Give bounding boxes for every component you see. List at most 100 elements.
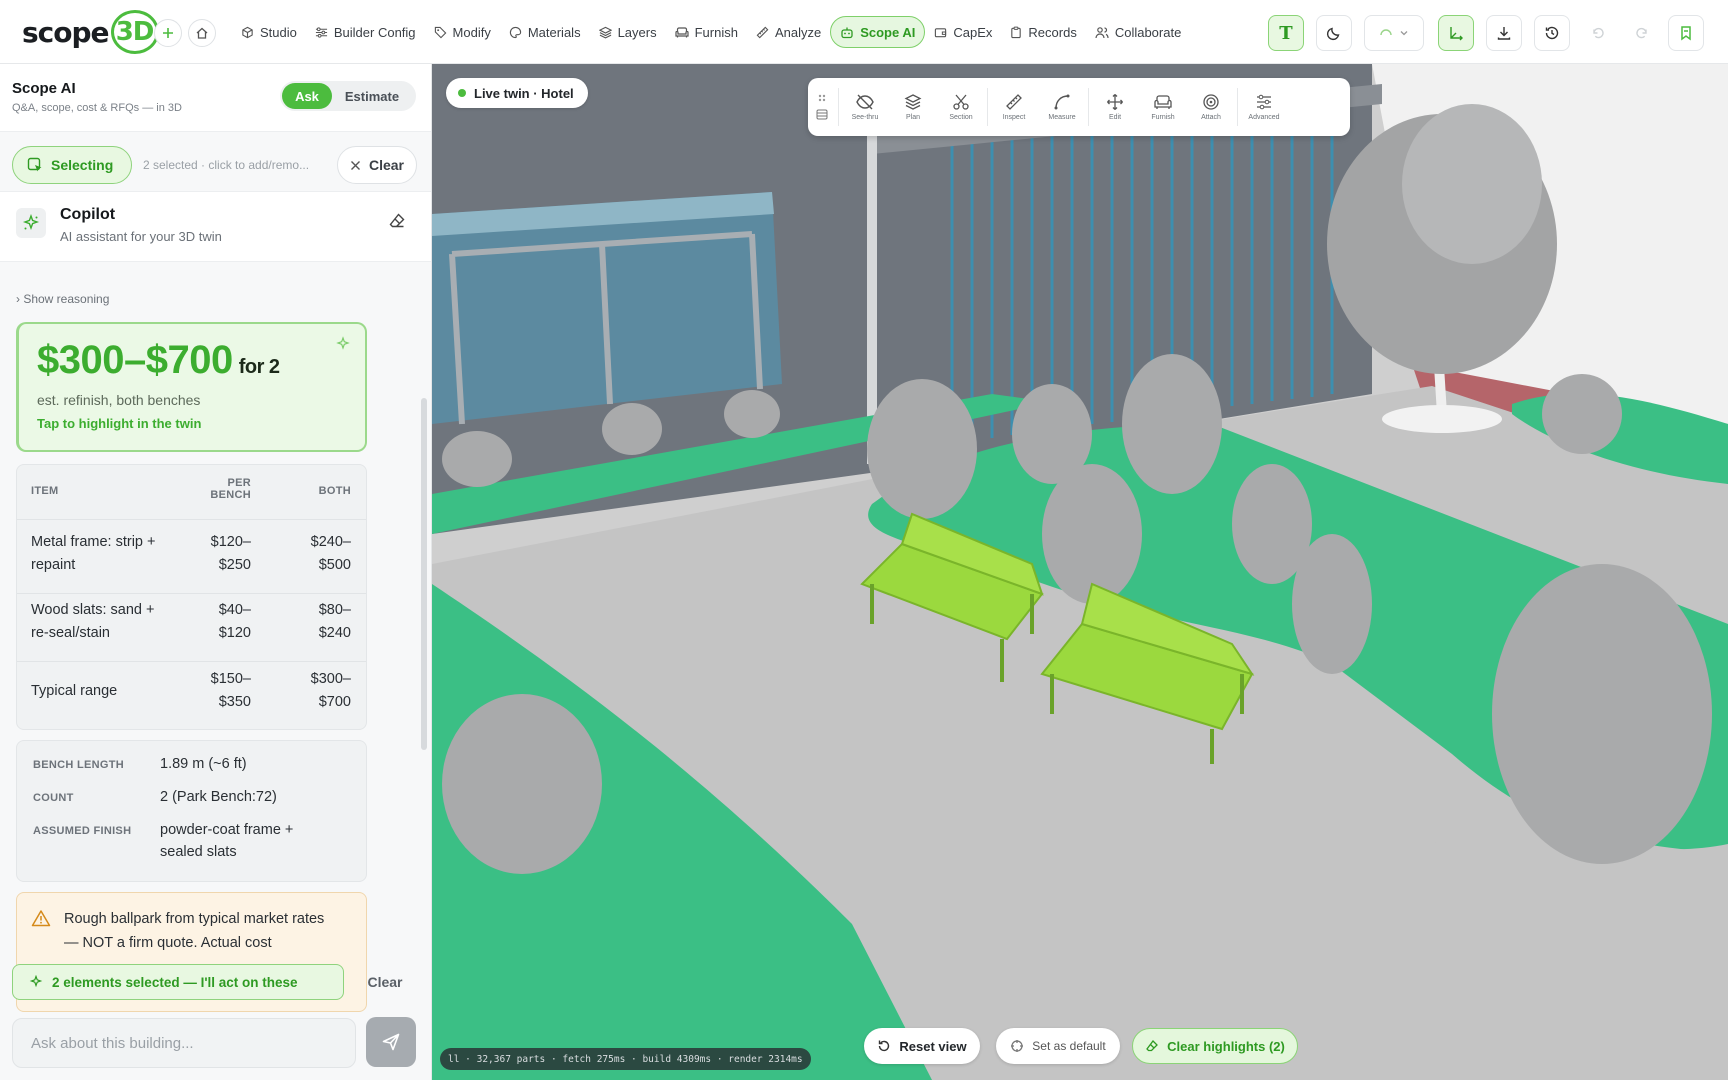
logo[interactable]: scope 3D	[22, 10, 159, 54]
add-button[interactable]	[154, 19, 182, 47]
estimate-range: $300–$700 for 2	[37, 338, 280, 383]
assumed-finish-line-2: sealed slats	[160, 844, 237, 860]
ask-input[interactable]	[12, 1018, 356, 1068]
tool-attach[interactable]: Attach	[1187, 82, 1235, 132]
text-tool-button[interactable]: T	[1268, 15, 1304, 51]
home-button[interactable]	[188, 19, 216, 47]
panel-scrollbar[interactable]	[421, 398, 427, 750]
home-icon	[196, 27, 208, 39]
select-cursor-icon	[27, 157, 42, 172]
download-button[interactable]	[1486, 15, 1522, 51]
tool-measure[interactable]: Measure	[1038, 82, 1086, 132]
nav-modify[interactable]: Modify	[425, 16, 500, 48]
column-header-both: BOTH	[318, 485, 351, 497]
3d-viewport[interactable]: Live twin · Hotel See-thru Plan Section …	[432, 64, 1728, 1080]
row-2-both-max: $240	[318, 625, 351, 641]
tool-section[interactable]: Section	[937, 82, 985, 132]
sparkle-icon	[336, 336, 350, 350]
nav-label: CapEx	[953, 24, 993, 40]
nav-label: Records	[1028, 24, 1077, 40]
show-reasoning-toggle[interactable]: › Show reasoning	[16, 292, 109, 306]
column-header-per-bench: PER BENCH	[185, 477, 251, 501]
estimate-count: for 2	[238, 356, 280, 378]
logo-badge: 3D	[110, 10, 159, 54]
warning-icon	[31, 910, 51, 927]
selected-elements-chip[interactable]: 2 elements selected — I'll act on these	[12, 964, 344, 1000]
send-button[interactable]	[366, 1017, 416, 1067]
panel-header: Scope AI Q&A, scope, cost & RFQs — in 3D…	[0, 64, 431, 132]
dark-mode-button[interactable]	[1316, 15, 1352, 51]
bookmark-icon	[1681, 26, 1691, 41]
row-2-per-bench: $40– $120	[185, 599, 251, 645]
nav-records[interactable]: Records	[1001, 16, 1085, 48]
nav-analyze[interactable]: Analyze	[747, 16, 830, 48]
moon-icon	[1326, 27, 1340, 41]
nav-label: Furnish	[694, 24, 738, 40]
clear-chat-button[interactable]	[388, 212, 406, 235]
nav-collaborate[interactable]: Collaborate	[1086, 16, 1191, 48]
tool-see-thru[interactable]: See-thru	[841, 82, 889, 132]
sofa-icon	[675, 26, 689, 37]
history-button[interactable]	[1534, 15, 1570, 51]
row-3-both: $300– $700	[267, 668, 351, 714]
clear-highlights-label: Clear highlights (2)	[1167, 1038, 1285, 1054]
toolbar-divider	[838, 88, 839, 126]
tool-advanced[interactable]: Advanced	[1240, 82, 1288, 132]
row-divider	[17, 519, 366, 520]
tool-label: Section	[949, 114, 973, 121]
assumed-finish-line-1: powder-coat frame +	[160, 822, 294, 838]
selected-elements-text: 2 elements selected — I'll act on these	[52, 974, 298, 990]
nav-layers[interactable]: Layers	[590, 16, 666, 48]
clear-highlights-button[interactable]: Clear highlights (2)	[1132, 1028, 1298, 1064]
clear-selection-button[interactable]: Clear	[337, 146, 417, 184]
tool-furnish[interactable]: Furnish	[1139, 82, 1187, 132]
selection-hint: 2 selected · click to add/remo...	[143, 158, 310, 172]
layers-icon	[598, 26, 612, 39]
undo-button[interactable]	[1580, 15, 1616, 51]
viewport-toolbar: See-thru Plan Section Inspect Measure Ed…	[808, 78, 1350, 136]
set-default-button[interactable]: Set as default	[996, 1028, 1120, 1064]
copilot-header: Copilot AI assistant for your 3D twin	[0, 192, 431, 262]
nav-studio[interactable]: Studio	[232, 16, 306, 48]
main-nav: Studio Builder Config Modify Materials L…	[232, 16, 1190, 48]
mode-estimate-button[interactable]: Estimate	[332, 83, 412, 109]
reset-view-button[interactable]: Reset view	[864, 1028, 980, 1064]
nav-capex[interactable]: CapEx	[925, 16, 1001, 48]
nav-materials[interactable]: Materials	[500, 16, 590, 48]
highlight-in-twin-link[interactable]: Tap to highlight in the twin	[37, 416, 201, 431]
toolbar-drag-handle[interactable]	[808, 82, 836, 132]
sliders-icon	[1257, 94, 1271, 110]
chat-scroll-area[interactable]: › Show reasoning $300–$700 for 2 est. ref…	[0, 262, 420, 1014]
row-2-per-min: $40–	[218, 602, 251, 618]
row-1-both-min: $240–	[310, 534, 351, 550]
row-2-item-line-1: Wood slats: sand +	[31, 602, 155, 618]
view-mode-dropdown[interactable]	[1364, 15, 1424, 51]
wallet-icon	[935, 27, 947, 37]
redo-button[interactable]	[1624, 15, 1660, 51]
sparkle-icon	[22, 214, 40, 231]
sparkle-icon	[29, 975, 43, 988]
mode-ask-button[interactable]: Ask	[282, 83, 332, 109]
nav-builder-config[interactable]: Builder Config	[306, 16, 425, 48]
eraser-icon	[389, 213, 405, 228]
estimate-card[interactable]: $300–$700 for 2 est. refinish, both bench…	[16, 322, 367, 452]
clipboard-icon	[1011, 26, 1022, 38]
nav-furnish[interactable]: Furnish	[666, 16, 747, 48]
axes-button[interactable]	[1438, 15, 1474, 51]
reset-view-label: Reset view	[899, 1038, 967, 1054]
tool-plan[interactable]: Plan	[889, 82, 937, 132]
nav-label: Analyze	[774, 24, 822, 40]
tool-edit[interactable]: Edit	[1091, 82, 1139, 132]
live-status-dot	[458, 89, 466, 97]
tool-inspect[interactable]: Inspect	[990, 82, 1038, 132]
scissors-icon	[953, 94, 969, 110]
bookmark-button[interactable]	[1668, 15, 1704, 51]
tool-label: Edit	[1108, 114, 1122, 121]
hotel-twin-scene[interactable]	[432, 64, 1728, 1080]
selecting-toggle[interactable]: Selecting	[12, 146, 132, 184]
nav-scope-ai[interactable]: Scope AI	[830, 16, 926, 48]
robot-icon	[841, 27, 853, 38]
clear-selected-button[interactable]: Clear	[354, 964, 416, 1000]
curve-icon	[1054, 94, 1070, 110]
column-header-per: PER	[227, 477, 251, 489]
